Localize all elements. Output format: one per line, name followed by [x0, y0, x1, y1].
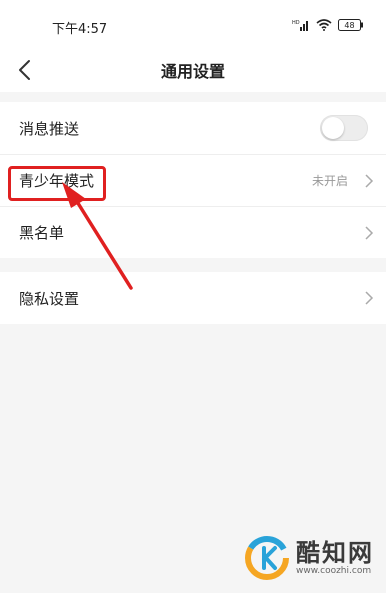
annotation-arrow-icon	[62, 182, 133, 290]
watermark: 酷知网 www.coozhi.com	[244, 535, 374, 581]
coozhi-logo-icon	[245, 536, 289, 580]
watermark-brand: 酷知网	[296, 539, 374, 567]
watermark-url: www.coozhi.com	[296, 566, 372, 576]
